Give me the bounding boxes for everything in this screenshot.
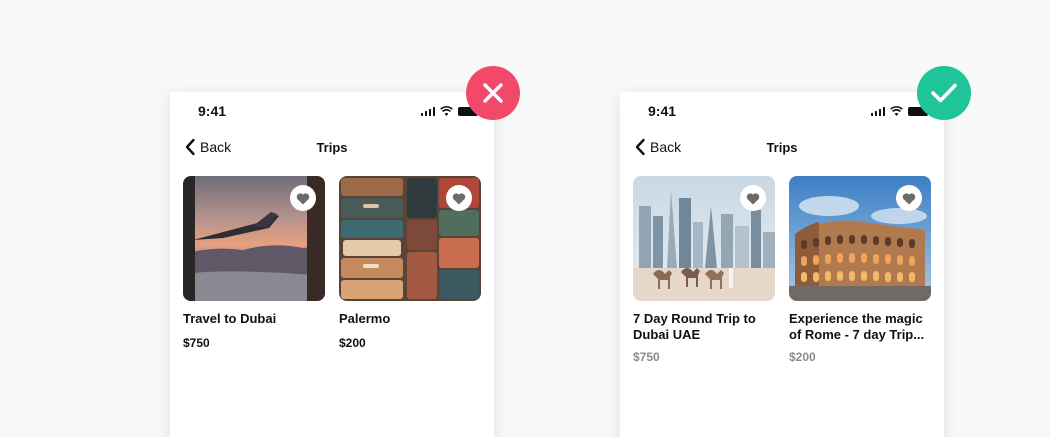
chevron-left-icon xyxy=(635,138,645,156)
close-icon xyxy=(483,83,503,103)
signal-icon xyxy=(420,107,435,116)
trip-card[interactable]: 7 Day Round Trip to Dubai UAE $750 xyxy=(633,176,775,364)
heart-icon xyxy=(746,192,760,204)
wifi-icon xyxy=(440,106,453,116)
bad-example-badge xyxy=(466,66,520,120)
back-button[interactable]: Back xyxy=(184,138,231,156)
trip-price: $200 xyxy=(789,350,816,364)
trip-card[interactable]: Palermo $200 xyxy=(339,176,481,350)
bad-example-phone: 9:41 Back Trips Travel to Dubai $750 Pal… xyxy=(170,92,494,437)
trip-image-suitcases xyxy=(339,176,481,301)
nav-bar: Back Trips xyxy=(620,138,944,160)
status-time: 9:41 xyxy=(198,103,227,119)
chevron-left-icon xyxy=(185,138,195,156)
trip-title: 7 Day Round Trip to Dubai UAE xyxy=(633,311,756,342)
favorite-button[interactable] xyxy=(740,185,766,211)
trip-image-colosseum xyxy=(789,176,931,301)
heart-icon xyxy=(296,192,310,204)
trip-title: Palermo xyxy=(339,311,391,326)
favorite-button[interactable] xyxy=(896,185,922,211)
back-label: Back xyxy=(200,139,232,155)
favorite-button[interactable] xyxy=(446,185,472,211)
trip-image-airplane-window xyxy=(183,176,325,301)
good-example-phone: 9:41 Back Trips 7 Day Round Trip to Duba… xyxy=(620,92,944,437)
heart-icon xyxy=(902,192,916,204)
favorite-button[interactable] xyxy=(290,185,316,211)
wifi-icon xyxy=(890,106,903,116)
trip-title: Experience the magic of Rome - 7 day Tri… xyxy=(789,311,925,342)
trip-image-dubai-skyline xyxy=(633,176,775,301)
check-icon xyxy=(931,83,957,103)
trip-title: Travel to Dubai xyxy=(183,311,277,326)
trip-price: $200 xyxy=(339,336,366,350)
status-time: 9:41 xyxy=(648,103,677,119)
heart-icon xyxy=(452,192,466,204)
status-icons xyxy=(870,106,928,116)
signal-icon xyxy=(870,107,885,116)
back-button[interactable]: Back xyxy=(634,138,681,156)
trip-price: $750 xyxy=(183,336,210,350)
nav-bar: Back Trips xyxy=(170,138,494,160)
trip-price: $750 xyxy=(633,350,660,364)
trip-card[interactable]: Experience the magic of Rome - 7 day Tri… xyxy=(789,176,931,364)
good-example-badge xyxy=(917,66,971,120)
back-label: Back xyxy=(650,139,682,155)
trip-card[interactable]: Travel to Dubai $750 xyxy=(183,176,325,350)
